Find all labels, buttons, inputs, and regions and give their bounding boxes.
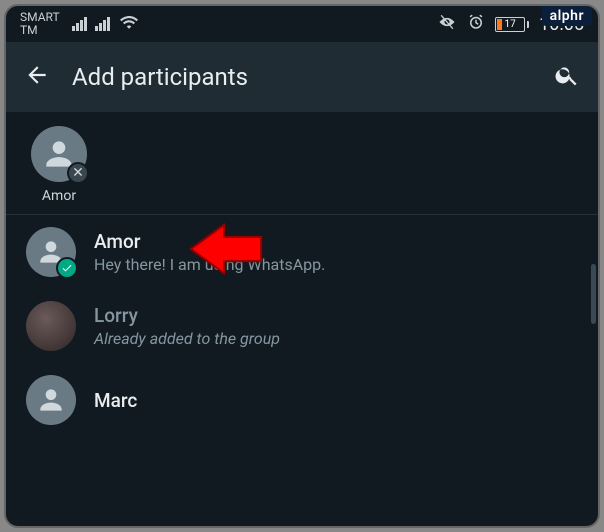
contact-row: Lorry Already added to the group [6, 289, 598, 363]
eye-off-icon [437, 14, 457, 34]
selected-chips-row: ✕ Amor [6, 112, 598, 215]
screen: alphr SMART TM 17 10:05 Ad [4, 4, 600, 528]
avatar [26, 375, 76, 425]
back-button[interactable] [24, 62, 50, 92]
status-bar: SMART TM 17 10:05 [6, 6, 598, 42]
chip-label: Amor [42, 188, 76, 204]
contact-row[interactable]: Marc [6, 363, 598, 437]
search-button[interactable] [554, 62, 580, 92]
avatar [26, 227, 76, 277]
watermark: alphr [542, 6, 592, 26]
app-bar: Add participants [6, 42, 598, 112]
page-title: Add participants [72, 63, 532, 91]
battery-percent: 17 [496, 19, 524, 30]
annotation-arrow-icon [186, 219, 266, 279]
contact-name: Lorry [94, 304, 280, 327]
scrollbar[interactable] [591, 264, 596, 324]
signal-icon [72, 17, 87, 31]
carrier-label: SMART TM [20, 11, 60, 36]
carrier-line2: TM [20, 24, 60, 37]
wifi-icon [120, 15, 138, 33]
avatar: ✕ [31, 126, 87, 182]
selected-chip[interactable]: ✕ Amor [26, 126, 92, 204]
signal-icon-2 [95, 17, 110, 31]
checkmark-icon [56, 257, 78, 279]
avatar [26, 301, 76, 351]
contact-list: Amor Hey there! I am using WhatsApp. Lor… [6, 215, 598, 437]
alarm-icon [467, 13, 485, 35]
contact-row[interactable]: Amor Hey there! I am using WhatsApp. [6, 215, 598, 289]
remove-chip-icon[interactable]: ✕ [67, 162, 89, 184]
battery-icon: 17 [495, 17, 529, 32]
contact-name: Marc [94, 389, 137, 412]
contact-status: Already added to the group [94, 329, 280, 348]
